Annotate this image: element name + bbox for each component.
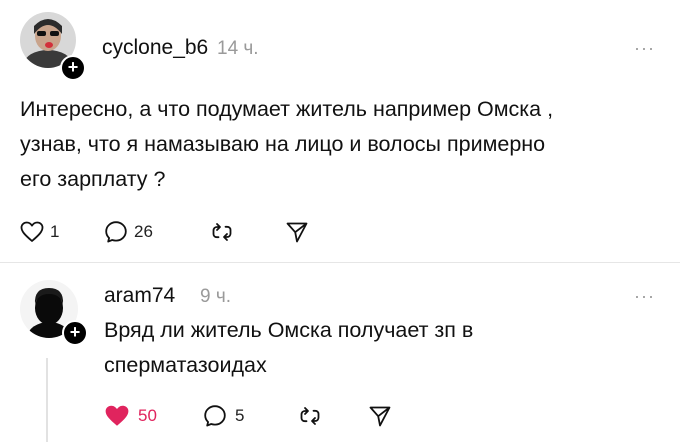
heart-outline-icon [20,221,44,242]
like-count: 1 [50,222,60,241]
follow-button[interactable]: + [62,320,88,346]
repost-icon [300,407,320,425]
reply-username[interactable]: aram74 [104,284,175,308]
repost-button[interactable] [298,404,322,428]
post-text-line: его зарплату ? [20,167,166,191]
comment-button[interactable]: 5 [203,404,244,428]
more-options-icon[interactable]: ··· [634,38,655,59]
heart-filled-icon [105,405,129,426]
post-username[interactable]: cyclone_b6 [102,36,208,60]
send-icon [286,222,308,243]
comment-bubble-icon [105,221,127,243]
comment-bubble-icon [204,405,226,427]
share-button[interactable] [368,404,392,428]
reply-text-line: сперматазоидах [104,353,267,377]
post-divider [0,262,680,263]
more-options-icon[interactable]: ··· [634,286,655,307]
comment-count: 26 [134,222,153,241]
post-body: Интересно, а что подумает житель наприме… [20,92,670,197]
like-button[interactable]: 1 [20,221,59,243]
reply-timestamp: 9 ч. [200,286,232,307]
send-icon [369,406,391,427]
post-text-line: Интересно, а что подумает житель наприме… [20,97,554,121]
like-count: 50 [138,406,157,425]
comment-count: 5 [235,406,245,425]
repost-icon [212,223,232,241]
comment-button[interactable]: 26 [104,220,153,244]
post-text-line: узнав, что я намазываю на лицо и волосы … [20,132,546,156]
repost-button[interactable] [210,220,234,244]
follow-button[interactable]: + [60,55,86,81]
reply-text-line: Вряд ли житель Омска получает зп в [104,318,474,342]
like-button[interactable]: 50 [104,404,157,428]
share-button[interactable] [285,220,309,244]
post-timestamp: 14 ч. [217,38,259,59]
thread-connector [46,358,48,442]
reply-body: Вряд ли житель Омска получает зп в сперм… [104,313,664,383]
